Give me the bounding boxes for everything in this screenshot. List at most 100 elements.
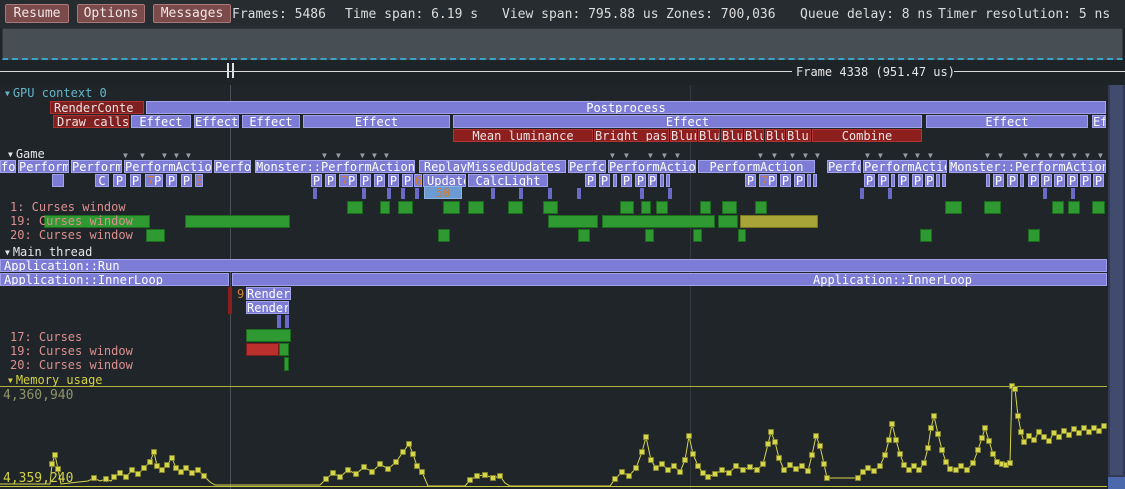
game-zone-row-2-zone[interactable] (942, 174, 946, 187)
game-zone-row-2-zone[interactable] (613, 174, 617, 187)
game-zone-row-2-zone[interactable]: P (1041, 174, 1052, 187)
game-zone-row-2-zone[interactable]: P (993, 174, 1004, 187)
collapsed-zones-marker-icon[interactable]: ▼ (162, 151, 167, 160)
game-zone-row-2-zone[interactable]: C (95, 174, 109, 187)
game-tick-row-zone[interactable] (888, 188, 892, 199)
game-thread-1-row-zone[interactable] (984, 201, 1001, 214)
gpu-postprocess-detail-row-zone[interactable]: Blur (721, 129, 743, 142)
game-zone-row-2-zone[interactable] (807, 174, 811, 187)
collapse-triangle-icon[interactable]: ▼ (5, 89, 10, 98)
game-thread-20-row-zone[interactable] (693, 229, 702, 242)
gpu-postprocess-detail-row-zone[interactable]: Combine (812, 129, 922, 142)
main-thread-19-row-zone[interactable] (279, 343, 289, 356)
game-zone-row-2-zone[interactable]: 7P (145, 174, 163, 187)
collapsed-zones-marker-icon[interactable]: ▼ (372, 151, 377, 160)
gpu-drawcalls-row-zone[interactable]: Effect (242, 115, 300, 128)
game-thread-1-row-zone[interactable] (620, 201, 634, 214)
game-zone-row-1-zone[interactable]: Perform (18, 160, 69, 173)
gpu-drawcalls-row-zone[interactable]: Ef (1092, 115, 1106, 128)
section-memory-usage[interactable]: ▼Memory usage (8, 374, 103, 387)
thread-label-20-curses-window-main[interactable]: 20: Curses window (10, 359, 133, 372)
game-thread-1-row-zone[interactable] (508, 201, 523, 214)
collapse-triangle-icon[interactable]: ▼ (8, 376, 13, 385)
game-thread-1-row-zone[interactable] (443, 201, 460, 214)
game-thread-1-row-zone[interactable] (398, 201, 413, 214)
collapsed-zones-marker-icon[interactable]: ▼ (1085, 151, 1090, 160)
section-game[interactable]: ▼Game (8, 148, 45, 161)
game-zone-row-1-zone[interactable]: Monster::PerformAction (255, 160, 415, 173)
collapsed-zones-marker-icon[interactable]: ▼ (384, 151, 389, 160)
game-zone-row-1-zone[interactable]: Monster::PerformAction (949, 160, 1106, 173)
collapsed-zones-marker-icon[interactable]: ▼ (1048, 151, 1053, 160)
main-thread-17-row-zone[interactable] (246, 329, 291, 342)
game-tick-row-zone[interactable] (1071, 188, 1075, 199)
game-thread-20-row-zone[interactable] (920, 229, 932, 242)
thread-label-1-curses-window[interactable]: 1: Curses window (10, 201, 126, 214)
main-render-tick-row-zone[interactable] (277, 315, 281, 328)
game-zone-row-2-zone[interactable] (666, 174, 670, 187)
game-tick-row-zone[interactable] (362, 188, 366, 199)
collapse-triangle-icon[interactable]: ▼ (8, 150, 13, 159)
collapse-triangle-icon[interactable]: ▼ (5, 248, 10, 257)
game-thread-20-row-zone[interactable] (438, 229, 450, 242)
gpu-postprocess-detail-row-zone[interactable]: Blur (698, 129, 720, 142)
collapsed-zones-marker-icon[interactable]: ▼ (174, 151, 179, 160)
game-thread-19-row-zone[interactable] (718, 215, 738, 228)
main-innerloop-row-zone[interactable]: Application::InnerLoop (0, 273, 229, 286)
game-zone-row-2-zone[interactable]: P (780, 174, 791, 187)
game-thread-1-row-zone[interactable] (1068, 201, 1080, 214)
gpu-renderctx-row-zone[interactable]: Postprocess (146, 101, 1106, 114)
game-zone-row-2-zone[interactable]: P (181, 174, 192, 187)
collapsed-zones-marker-icon[interactable]: ▼ (1072, 151, 1077, 160)
game-zone-row-2-zone[interactable]: P (585, 174, 596, 187)
game-zone-row-2-zone[interactable]: P (925, 174, 934, 187)
options-button[interactable]: Options (77, 4, 145, 23)
main-render-row-2-zone[interactable]: Render (246, 301, 289, 314)
game-zone-row-2-zone[interactable]: P (1067, 174, 1078, 187)
collapsed-zones-marker-icon[interactable]: ▼ (903, 151, 908, 160)
game-thread-1-row-zone[interactable] (656, 201, 668, 214)
game-thread-1-row-zone[interactable] (347, 201, 363, 214)
gpu-drawcalls-row-zone[interactable]: Effect (303, 115, 450, 128)
collapsed-zones-marker-icon[interactable]: ▼ (985, 151, 990, 160)
collapsed-zones-marker-icon[interactable]: ▼ (140, 151, 145, 160)
collapsed-zones-marker-icon[interactable]: ▼ (815, 151, 820, 160)
game-zone-row-2-zone[interactable] (813, 174, 817, 187)
gpu-drawcalls-row-zone[interactable]: Effect (926, 115, 1088, 128)
game-zone-row-1-zone[interactable]: PerformAction (698, 160, 815, 173)
gpu-drawcalls-row-zone[interactable]: Draw calls (53, 115, 129, 128)
game-thread-20-row-zone[interactable] (738, 229, 746, 242)
game-zone-row-2-zone[interactable]: 7P (339, 174, 357, 187)
collapsed-zones-marker-icon[interactable]: ▼ (186, 151, 191, 160)
game-tick-row-zone[interactable] (577, 188, 581, 199)
timeline-ruler[interactable]: Frame 4338 (951.47 us) (0, 60, 1125, 85)
game-tick-row-zone[interactable] (668, 188, 672, 199)
main-thread-19-row-zone[interactable] (246, 343, 279, 356)
resume-button[interactable]: Resume (5, 4, 69, 23)
game-zone-row-2-zone[interactable]: CalcLight (468, 174, 548, 187)
collapsed-zones-marker-icon[interactable]: ▼ (772, 151, 777, 160)
gpu-postprocess-detail-row-zone[interactable]: Blu (765, 129, 785, 142)
game-thread-19-row-zone[interactable] (740, 215, 818, 228)
game-zone-row-2-zone[interactable]: 6 (414, 174, 422, 187)
game-zone-row-1-zone[interactable]: Perfo (214, 160, 251, 173)
game-thread-20-row-zone[interactable] (578, 229, 590, 242)
section-main-thread[interactable]: ▼Main thread (5, 246, 92, 259)
game-zone-row-2-zone[interactable]: P (898, 174, 909, 187)
game-zone-row-2-zone[interactable]: P (1093, 174, 1104, 187)
thread-label-17-curses[interactable]: 17: Curses (10, 331, 82, 344)
collapsed-zones-marker-icon[interactable]: ▼ (1023, 151, 1028, 160)
collapsed-zones-marker-icon[interactable]: ▼ (1060, 151, 1065, 160)
game-zone-row-1-zone[interactable]: Perform (71, 160, 122, 173)
game-thread-1-row-zone[interactable] (945, 201, 962, 214)
thread-label-20-curses-window[interactable]: 20: Curses window (10, 229, 133, 242)
game-thread-20-row-zone[interactable] (645, 229, 654, 242)
game-zone-row-2-zone[interactable]: P (621, 174, 632, 187)
main-thread-20-row-zone[interactable] (284, 357, 289, 371)
game-zone-row-2-zone[interactable]: P (1054, 174, 1065, 187)
game-tick-row-zone[interactable] (548, 188, 552, 199)
game-zone-row-2-zone[interactable]: P (388, 174, 399, 187)
game-zone-row-2-zone[interactable]: 6 (195, 174, 203, 187)
collapsed-zones-marker-icon[interactable]: ▼ (675, 151, 680, 160)
game-zone-row-2-zone[interactable]: P (648, 174, 657, 187)
